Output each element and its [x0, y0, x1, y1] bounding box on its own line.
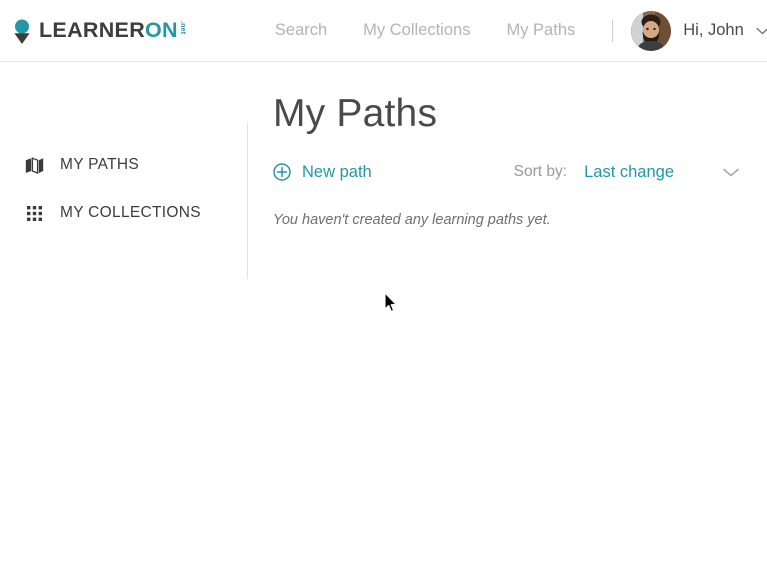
map-icon	[25, 156, 44, 175]
new-path-button[interactable]: New path	[273, 163, 372, 182]
plus-circle-icon	[273, 163, 291, 182]
sort-selected-value[interactable]: Last change	[584, 163, 674, 182]
sidebar-label-my-paths: MY PATHS	[60, 156, 140, 173]
brand-word-accent: ON	[145, 17, 178, 42]
page-body: MY PATHS MY COLLECTIONS My Paths New pat…	[0, 62, 767, 279]
mouse-cursor	[384, 292, 398, 314]
brand-tld: .net	[178, 20, 186, 34]
nav-item-my-paths[interactable]: My Paths	[488, 21, 593, 40]
sidebar-item-my-paths[interactable]: MY PATHS	[0, 151, 247, 179]
sidebar-item-my-collections[interactable]: MY COLLECTIONS	[0, 199, 247, 227]
sort-control[interactable]: Sort by: Last change	[514, 163, 739, 182]
grid-icon	[25, 204, 44, 223]
brand-word-primary: LEARNER	[39, 17, 146, 42]
chevron-down-icon[interactable]	[756, 27, 767, 35]
nav-item-search[interactable]: Search	[257, 21, 345, 40]
main-content: My Paths New path Sort by: Last change Y…	[248, 92, 767, 279]
page-title: My Paths	[273, 92, 438, 135]
user-menu[interactable]: Hi, John	[631, 10, 767, 51]
nav-divider	[612, 19, 614, 42]
sort-by-label: Sort by:	[513, 163, 568, 181]
app-header: LEARNER ON .net Search My Collections My…	[0, 0, 767, 62]
brand-wordmark: LEARNER ON .net	[39, 17, 186, 42]
main-nav: Search My Collections My Paths	[257, 19, 628, 42]
avatar[interactable]	[631, 10, 672, 51]
new-path-label: New path	[302, 162, 372, 181]
brand-logo[interactable]: LEARNER ON .net	[12, 0, 186, 61]
user-greeting: Hi, John	[683, 21, 744, 39]
empty-state-message: You haven't created any learning paths y…	[273, 211, 551, 228]
sidebar-label-my-collections: MY COLLECTIONS	[60, 204, 201, 221]
map-pin-icon	[12, 17, 32, 45]
content-toolbar: New path Sort by: Last change	[273, 163, 767, 182]
nav-item-my-collections[interactable]: My Collections	[345, 21, 488, 40]
sidebar: MY PATHS MY COLLECTIONS	[0, 94, 247, 279]
chevron-down-icon-sort[interactable]	[723, 168, 739, 177]
